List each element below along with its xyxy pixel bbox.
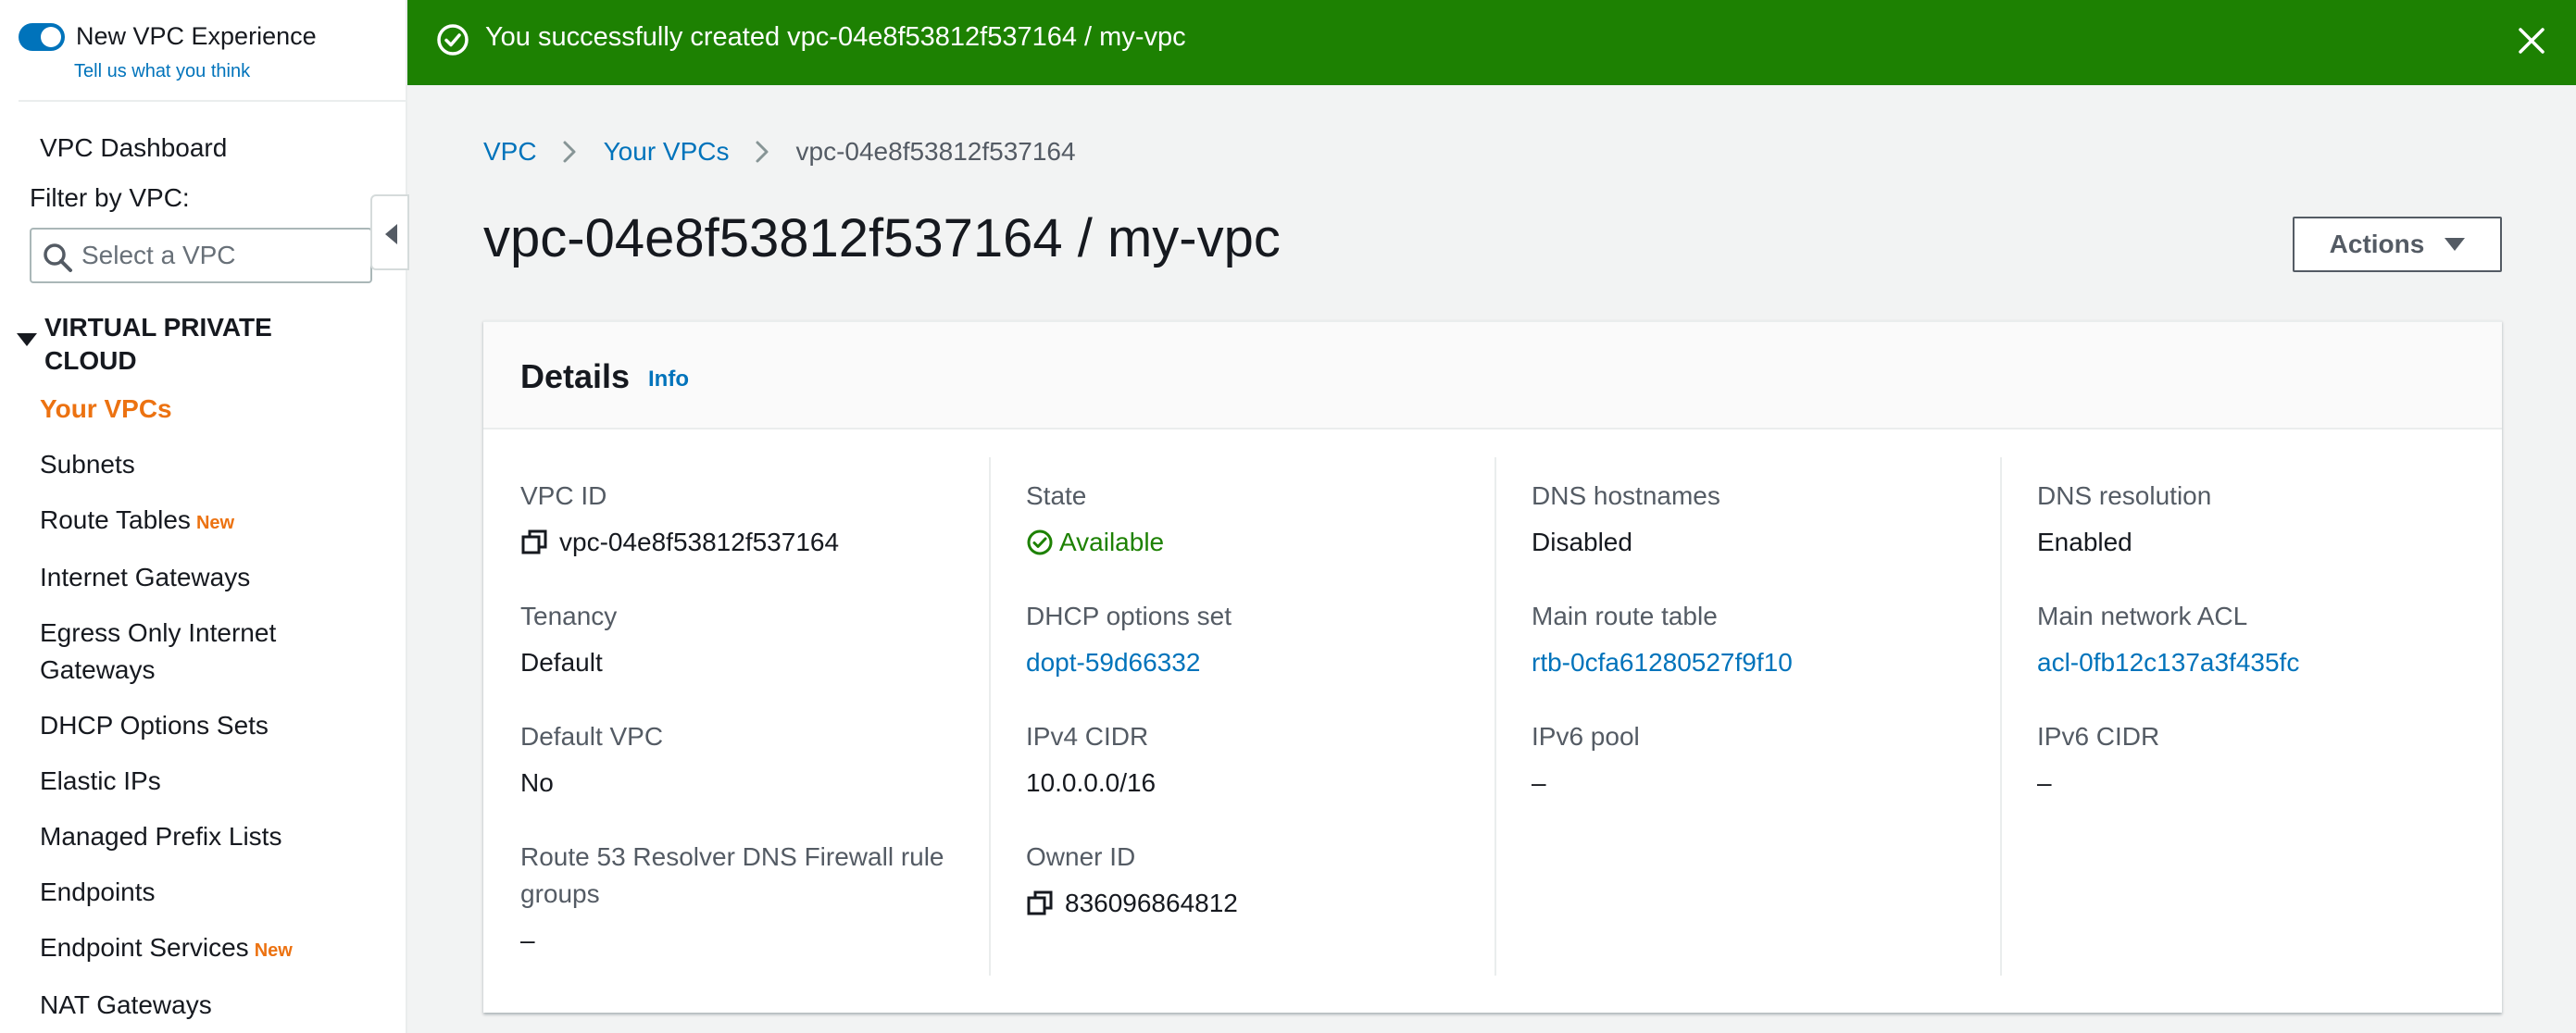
dns-hostnames-label: DNS hostnames <box>1532 481 1720 510</box>
sidebar-item-label: Route Tables <box>40 505 191 534</box>
collapse-arrow-icon <box>385 224 397 244</box>
dns-firewall-value: – <box>520 926 535 954</box>
dns-resolution-label: DNS resolution <box>2037 481 2212 510</box>
status-available-icon <box>1027 529 1053 555</box>
sidebar-item-label: DHCP Options Sets <box>40 711 269 740</box>
success-banner: You successfully created vpc-04e8f53812f… <box>407 0 2576 85</box>
tenancy-label: Tenancy <box>520 602 618 630</box>
details-title: Details <box>520 357 631 395</box>
vpc-id-label: VPC ID <box>520 481 607 510</box>
sidebar-item-egress-only-internet-gateways[interactable]: Egress Only Internet Gateways <box>40 615 345 689</box>
sidebar-item-label: Internet Gateways <box>40 563 251 591</box>
feedback-link[interactable]: Tell us what you think <box>74 61 250 82</box>
dhcp-options-link[interactable]: dopt-59d66332 <box>1026 644 1200 681</box>
ipv6-pool-value: – <box>1532 768 1546 797</box>
new-experience-label: New VPC Experience <box>76 22 317 50</box>
caret-down-icon[interactable] <box>17 333 37 346</box>
ipv4-cidr-value: 10.0.0.0/16 <box>1026 768 1157 797</box>
dhcp-options-label: DHCP options set <box>1026 602 1232 630</box>
sidebar-item-label: Egress Only Internet Gateways <box>40 618 277 684</box>
details-header: Details Info <box>483 322 2502 429</box>
success-check-icon <box>437 24 469 56</box>
page-title: vpc-04e8f53812f537164 / my-vpc <box>483 208 1281 268</box>
sidebar-item-vpc-dashboard[interactable]: VPC Dashboard <box>40 130 227 167</box>
chevron-right-icon <box>563 141 576 163</box>
default-vpc-label: Default VPC <box>520 722 664 751</box>
sidebar-item-label: Endpoints <box>40 877 156 906</box>
success-message: You successfully created vpc-04e8f53812f… <box>485 22 1186 52</box>
search-icon <box>44 243 72 272</box>
sidebar: New VPC Experience Tell us what you thin… <box>0 0 409 1033</box>
collapse-sidebar-button[interactable] <box>370 194 409 270</box>
sidebar-item-label: NAT Gateways <box>40 990 212 1019</box>
sidebar-item-nat-gateways[interactable]: NAT Gateways <box>40 987 212 1024</box>
new-experience-toggle[interactable] <box>19 22 65 51</box>
ipv4-cidr-label: IPv4 CIDR <box>1026 722 1149 751</box>
column-divider <box>1494 457 1496 976</box>
sidebar-item-route-tables[interactable]: Route Tables New <box>40 502 234 541</box>
breadcrumb-current: vpc-04e8f53812f537164 <box>795 137 1076 166</box>
new-badge: New <box>254 940 293 961</box>
new-experience-toggle-row: New VPC Experience <box>19 22 317 51</box>
sidebar-item-dhcp-options-sets[interactable]: DHCP Options Sets <box>40 707 269 744</box>
column-divider <box>989 457 991 976</box>
new-badge: New <box>195 513 235 533</box>
actions-label: Actions <box>2329 230 2425 258</box>
main-network-acl-label: Main network ACL <box>2037 602 2248 630</box>
caret-down-icon <box>2445 238 2466 251</box>
vpc-id-value: vpc-04e8f53812f537164 <box>520 524 839 561</box>
dns-hostnames-value: Disabled <box>1532 528 1632 556</box>
toggle-knob <box>41 26 61 47</box>
vpc-filter-select[interactable]: Select a VPC <box>30 228 372 283</box>
close-icon[interactable] <box>2513 22 2550 59</box>
vpc-id-text: vpc-04e8f53812f537164 <box>559 528 840 556</box>
sidebar-item-elastic-ips[interactable]: Elastic IPs <box>40 763 161 800</box>
details-panel: Details Info VPC ID vpc-04e8f53812f53716… <box>483 320 2502 1013</box>
info-link[interactable]: Info <box>648 367 689 392</box>
breadcrumb: VPC Your VPCs vpc-04e8f53812f537164 <box>483 133 1076 170</box>
breadcrumb-your-vpcs[interactable]: Your VPCs <box>604 137 730 167</box>
default-vpc-value: No <box>520 768 554 797</box>
filter-by-vpc-label: Filter by VPC: <box>30 183 190 212</box>
ipv6-pool-label: IPv6 pool <box>1532 722 1640 751</box>
owner-id-label: Owner ID <box>1026 842 1136 871</box>
sidebar-item-label: Managed Prefix Lists <box>40 822 282 851</box>
ipv6-cidr-label: IPv6 CIDR <box>2037 722 2160 751</box>
breadcrumb-vpc[interactable]: VPC <box>483 137 537 167</box>
sidebar-item-endpoints[interactable]: Endpoints <box>40 874 156 911</box>
sidebar-item-label: Subnets <box>40 450 135 479</box>
sidebar-item-subnets[interactable]: Subnets <box>40 446 135 483</box>
sidebar-item-label: Your VPCs <box>40 394 172 423</box>
vpc-filter-placeholder: Select a VPC <box>81 241 236 269</box>
dns-resolution-value: Enabled <box>2037 528 2132 556</box>
copy-icon[interactable] <box>1026 890 1054 917</box>
sidebar-item-your-vpcs[interactable]: Your VPCs <box>40 391 172 428</box>
main-route-table-label: Main route table <box>1532 602 1718 630</box>
state-value: Available <box>1026 524 1164 561</box>
column-divider <box>2000 457 2002 976</box>
section-title-virtual-private-cloud[interactable]: VIRTUAL PRIVATE CLOUD <box>44 311 350 378</box>
owner-id-value: 836096864812 <box>1026 885 1238 922</box>
state-label: State <box>1026 481 1087 510</box>
owner-id-text: 836096864812 <box>1065 889 1238 917</box>
state-text: Available <box>1059 528 1165 556</box>
actions-button[interactable]: Actions <box>2293 217 2502 272</box>
sidebar-item-endpoint-services[interactable]: Endpoint Services New <box>40 929 293 969</box>
chevron-right-icon <box>756 141 769 163</box>
ipv6-cidr-value: – <box>2037 768 2052 797</box>
sidebar-item-label: Elastic IPs <box>40 766 161 795</box>
dns-firewall-label: Route 53 Resolver DNS Firewall rule grou… <box>520 842 944 908</box>
sidebar-item-internet-gateways[interactable]: Internet Gateways <box>40 559 250 596</box>
tenancy-value: Default <box>520 648 603 677</box>
main-route-table-link[interactable]: rtb-0cfa61280527f9f10 <box>1532 644 1793 681</box>
sidebar-item-label: Endpoint Services <box>40 933 249 962</box>
sidebar-item-managed-prefix-lists[interactable]: Managed Prefix Lists <box>40 818 281 855</box>
copy-icon[interactable] <box>520 529 548 556</box>
sidebar-divider <box>19 100 407 102</box>
main-network-acl-link[interactable]: acl-0fb12c137a3f435fc <box>2037 644 2299 681</box>
